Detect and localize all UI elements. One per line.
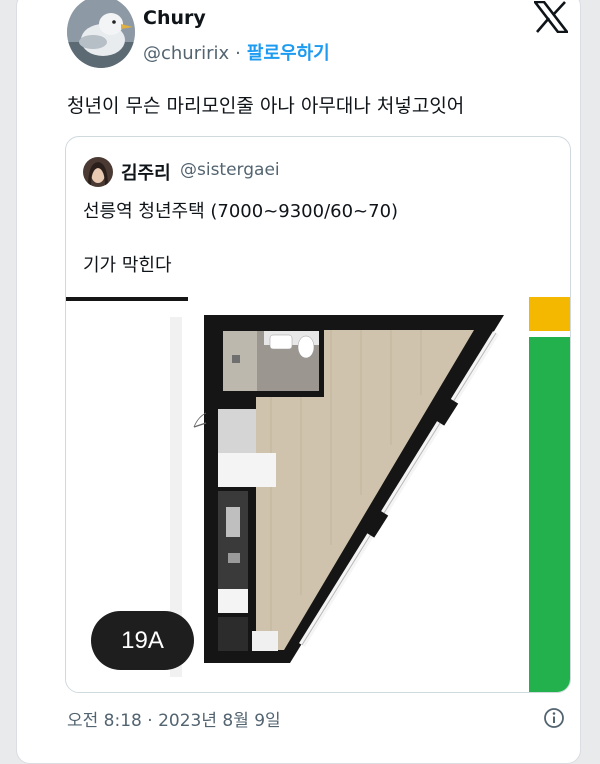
author-handle[interactable]: @churirix <box>143 43 229 64</box>
quoted-text-line2: 기가 막힌다 <box>83 255 172 276</box>
quoted-author-avatar[interactable] <box>83 157 113 187</box>
info-icon[interactable] <box>543 707 565 729</box>
handle-row: @churirix · 팔로우하기 <box>143 39 330 65</box>
author-avatar[interactable] <box>67 0 135 68</box>
tweet-text: 청년이 무슨 마리모인줄 아나 아무대나 처넣고잇어 <box>67 95 465 117</box>
quoted-author-name[interactable]: 김주리 <box>121 159 171 185</box>
unit-label-badge: 19A <box>91 611 194 670</box>
profile-photo-icon <box>83 157 113 187</box>
follow-button[interactable]: 팔로우하기 <box>247 43 330 64</box>
separator-dot: · <box>235 43 241 64</box>
quoted-text-line1: 선릉역 청년주택 (7000~9300/60~70) <box>83 201 399 222</box>
seagull-avatar <box>67 0 135 68</box>
author-name[interactable]: Chury <box>143 7 206 29</box>
quoted-author-handle[interactable]: @sistergaei <box>180 160 280 180</box>
x-logo-icon[interactable] <box>534 1 568 33</box>
tweet-card: Chury @churirix · 팔로우하기 청년이 무슨 마리모인줄 아나 아무… <box>16 0 581 764</box>
quoted-tweet[interactable]: 김주리 @sistergaei 선릉역 청년주택 (7000~9300/60~7… <box>65 136 571 693</box>
tweet-timestamp[interactable]: 오전 8:18 · 2023년 8월 9일 <box>67 706 281 731</box>
